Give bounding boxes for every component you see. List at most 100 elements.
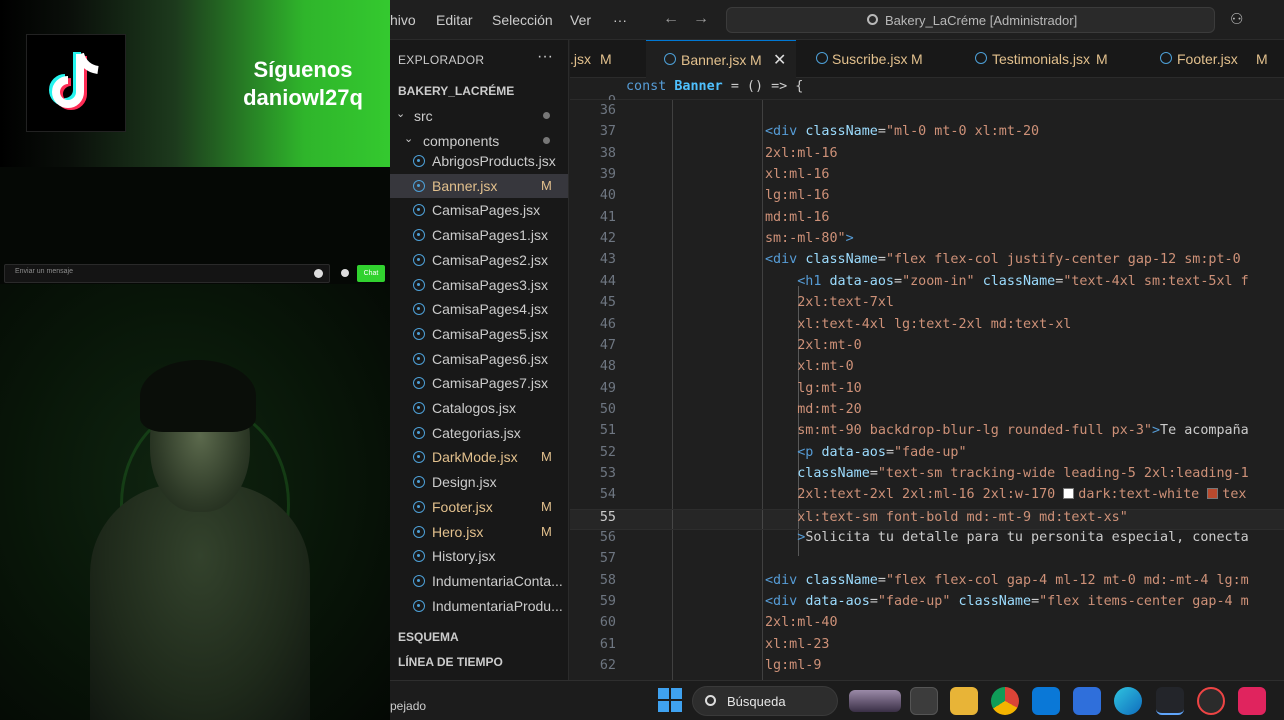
tiktok-live-icon[interactable] <box>1238 687 1266 715</box>
back-arrow-icon[interactable]: ← <box>663 10 679 28</box>
code-line[interactable]: 44 <h1 data-aos="zoom-in" className="tex… <box>570 274 1284 295</box>
forward-arrow-icon[interactable]: → <box>693 10 709 28</box>
code-line[interactable]: 47 2xl:mt-0 <box>570 338 1284 359</box>
emoji-icon[interactable] <box>314 269 323 278</box>
line-number: 60 <box>599 615 616 631</box>
file-item[interactable]: CamisaPages1.jsx <box>390 223 568 247</box>
copilot-icon[interactable]: ⚇ <box>1230 10 1243 28</box>
vscode-icon[interactable] <box>1156 687 1184 715</box>
command-center[interactable]: Bakery_LaCréme [Administrador] <box>726 7 1215 33</box>
tab-suscribe[interactable]: Suscribe.jsx M <box>796 40 956 78</box>
file-item[interactable]: CamisaPages.jsx <box>390 198 568 222</box>
file-item[interactable]: IndumentariaProdu... <box>390 594 568 618</box>
file-item[interactable]: AbrigosProducts.jsx <box>390 149 568 173</box>
code-line[interactable]: 51 sm:mt-90 backdrop-blur-lg rounded-ful… <box>570 423 1284 444</box>
code-line[interactable]: 61 xl:ml-23 <box>570 637 1284 658</box>
react-icon <box>413 229 425 242</box>
code-line[interactable]: 57 <box>570 551 1284 572</box>
code-line[interactable]: 43 <div className="flex flex-col justify-… <box>570 252 1284 273</box>
code-line[interactable]: 52 <p data-aos="fade-up" <box>570 445 1284 466</box>
chat-placeholder: Enviar un mensaje <box>15 268 73 275</box>
taskbar-search[interactable]: Búsqueda <box>692 686 838 716</box>
file-item[interactable]: DarkMode.jsx M <box>390 445 568 469</box>
chat-button[interactable]: Chat <box>357 265 385 282</box>
file-item[interactable]: CamisaPages6.jsx <box>390 347 568 371</box>
tab-prev[interactable]: .jsx M <box>570 40 646 78</box>
chat-settings-icon[interactable] <box>341 269 349 277</box>
code-line[interactable]: 54 2xl:text-2xl 2xl:ml-16 2xl:w-170 dark… <box>570 487 1284 508</box>
code-line[interactable]: 36 <box>570 103 1284 124</box>
sticky-line[interactable]: 9 const Banner = () => { <box>570 79 1284 109</box>
windows-start-icon[interactable] <box>658 688 682 712</box>
section-outline[interactable]: › ESQUEMA <box>390 625 568 649</box>
file-item[interactable]: CamisaPages4.jsx <box>390 297 568 321</box>
file-name: CamisaPages.jsx <box>432 202 541 219</box>
file-item[interactable]: IndumentariaConta... <box>390 569 568 593</box>
file-item[interactable]: Hero.jsx M <box>390 520 568 544</box>
file-item[interactable]: CamisaPages5.jsx <box>390 322 568 346</box>
file-item[interactable]: Categorias.jsx <box>390 421 568 445</box>
code-line[interactable]: 55 xl:text-sm font-bold md:-mt-9 md:text… <box>570 508 1284 530</box>
code-line[interactable]: 59 <div data-aos="fade-up" className="fle… <box>570 594 1284 615</box>
file-name: Footer.jsx <box>432 498 493 515</box>
title-bar: hivo Editar Selección Ver ··· ← → Bakery… <box>390 0 1284 40</box>
code-line[interactable]: 42 sm:-ml-80"> <box>570 231 1284 252</box>
file-explorer-icon[interactable] <box>950 687 978 715</box>
react-icon <box>975 52 987 64</box>
line-number: 39 <box>599 167 616 183</box>
code-line[interactable]: 41 md:ml-16 <box>570 210 1284 231</box>
file-name: Banner.jsx <box>432 177 498 194</box>
menu-archivo[interactable]: hivo <box>390 12 416 28</box>
menu-more[interactable]: ··· <box>613 12 627 28</box>
code-line[interactable]: 50 md:mt-20 <box>570 402 1284 423</box>
tab-banner[interactable]: Banner.jsx M ✕ <box>646 40 796 78</box>
code-line[interactable]: 56 >Solicita tu detalle para tu personit… <box>570 530 1284 551</box>
file-item[interactable]: Footer.jsx M <box>390 495 568 519</box>
modified-badge: M <box>541 449 552 465</box>
code-line[interactable]: 39 xl:ml-16 <box>570 167 1284 188</box>
task-view-icon[interactable] <box>910 687 938 715</box>
file-item[interactable]: CamisaPages3.jsx <box>390 273 568 297</box>
file-item[interactable]: CamisaPages7.jsx <box>390 371 568 395</box>
file-item[interactable]: Catalogos.jsx <box>390 396 568 420</box>
folder-src[interactable]: ⌄ src <box>390 104 568 128</box>
code-line[interactable]: 48 xl:mt-0 <box>570 359 1284 380</box>
code-line[interactable]: 49 lg:mt-10 <box>570 381 1284 402</box>
menu-ver[interactable]: Ver <box>570 12 591 28</box>
app-icon[interactable] <box>1073 687 1101 715</box>
file-name: CamisaPages6.jsx <box>432 350 548 367</box>
close-icon[interactable]: ✕ <box>773 50 786 70</box>
code-line[interactable]: 38 2xl:ml-16 <box>570 146 1284 167</box>
tab-testimonials[interactable]: Testimonials.jsx M <box>956 40 1141 78</box>
code-line[interactable]: 46 xl:text-4xl lg:text-2xl md:text-xl <box>570 317 1284 338</box>
menu-seleccion[interactable]: Selección <box>492 12 553 28</box>
menu-editar[interactable]: Editar <box>436 12 473 28</box>
project-folder[interactable]: BAKERY_LACRÉME <box>398 84 514 98</box>
code-text: >Solicita tu detalle para tu personita e… <box>797 530 1249 545</box>
code-text: xl:mt-0 <box>797 359 854 375</box>
code-editor[interactable]: 36 37 <div className="ml-0 mt-0 xl:mt-20 38… <box>570 100 1284 680</box>
code-line[interactable]: 37 <div className="ml-0 mt-0 xl:mt-20 <box>570 124 1284 145</box>
tab-footer[interactable]: Footer.jsx M <box>1141 40 1284 78</box>
code-line[interactable]: 40 lg:ml-16 <box>570 188 1284 209</box>
edge-icon[interactable] <box>1114 687 1142 715</box>
code-line[interactable]: 58 <div className="flex flex-col gap-4 ml… <box>570 573 1284 594</box>
editor-tabs: .jsx M Banner.jsx M ✕ Suscribe.jsx M Tes… <box>570 40 1284 78</box>
file-item[interactable]: CamisaPages2.jsx <box>390 248 568 272</box>
file-item[interactable]: Design.jsx <box>390 470 568 494</box>
obs-icon[interactable] <box>1197 687 1225 715</box>
file-item[interactable]: History.jsx <box>390 544 568 568</box>
file-item[interactable]: Banner.jsx M <box>390 173 568 198</box>
chat-input[interactable]: Enviar un mensaje <box>4 264 330 283</box>
code-line[interactable]: 45 2xl:text-7xl <box>570 295 1284 316</box>
code-line[interactable]: 62 lg:ml-9 <box>570 658 1284 679</box>
react-icon <box>413 550 425 563</box>
section-timeline[interactable]: › LÍNEA DE TIEMPO <box>390 650 568 674</box>
code-line[interactable]: 60 2xl:ml-40 <box>570 615 1284 636</box>
chrome-icon[interactable] <box>991 687 1019 715</box>
store-icon[interactable] <box>1032 687 1060 715</box>
react-icon <box>413 402 425 414</box>
explorer-more-icon[interactable]: ··· <box>537 48 553 66</box>
search-highlight-image[interactable] <box>849 690 901 712</box>
code-line[interactable]: 53 className="text-sm tracking-wide lead… <box>570 466 1284 487</box>
